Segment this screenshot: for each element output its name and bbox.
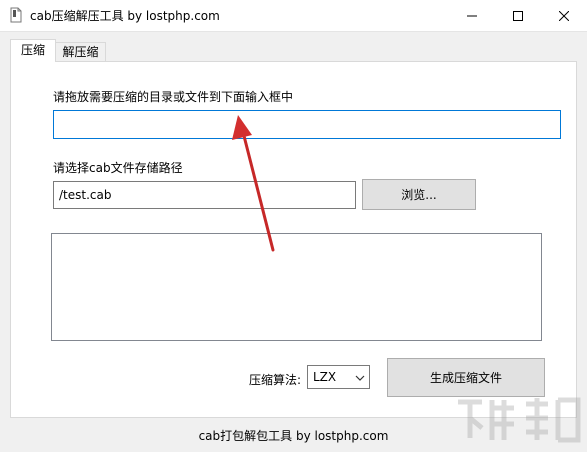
watermark-logo — [458, 397, 581, 443]
red-arrow-icon — [232, 115, 275, 252]
tab-compress[interactable]: 压缩 — [10, 39, 56, 62]
